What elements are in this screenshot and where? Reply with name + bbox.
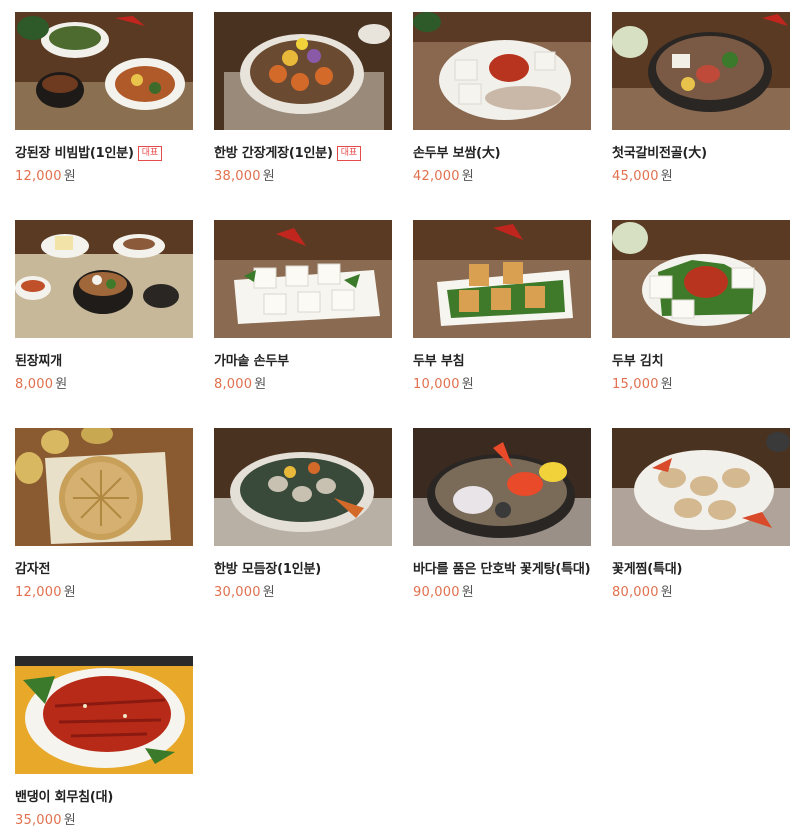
hotpot-photo[interactable] [612,12,790,130]
product-price: 12,000 [15,169,62,184]
product-name[interactable]: 가마솥 손두부 [214,354,289,369]
doenjang-stew-photo[interactable] [15,220,193,338]
product-name[interactable]: 감자전 [15,562,50,577]
price-unit: 원 [262,585,275,600]
product-price: 38,000 [214,169,261,184]
product-name[interactable]: 첫국갈비전골(大) [612,146,707,161]
product-card[interactable]: 손두부 보쌈(大) 42,000 원 [413,12,591,186]
product-price: 80,000 [612,585,659,600]
product-price: 15,000 [612,377,659,392]
fried-tofu-photo[interactable] [413,220,591,338]
price-unit: 원 [660,169,673,184]
potato-pancake-photo[interactable] [15,428,193,546]
product-name[interactable]: 강된장 비빔밥(1인분) [15,146,134,161]
price-unit: 원 [660,585,673,600]
bossam-photo[interactable] [413,12,591,130]
product-name[interactable]: 밴댕이 회무침(대) [15,790,113,805]
product-price: 10,000 [413,377,460,392]
raw-fish-salad-photo[interactable] [15,656,193,774]
product-card[interactable]: 강된장 비빔밥(1인분) 대표 12,000 원 [15,12,193,186]
product-card[interactable]: 한방 간장게장(1인분) 대표 38,000 원 [214,12,392,186]
price-unit: 원 [660,377,673,392]
product-card[interactable]: 한방 모듬장(1인분) 30,000 원 [214,428,392,602]
representative-badge: 대표 [137,146,162,161]
product-card[interactable]: 바다를 품은 단호박 꽃게탕(특대) 90,000 원 [413,428,591,602]
product-name[interactable]: 손두부 보쌈(大) [413,146,501,161]
price-unit: 원 [461,585,474,600]
product-card[interactable]: 감자전 12,000 원 [15,428,193,602]
price-unit: 원 [254,377,267,392]
price-unit: 원 [63,585,76,600]
steamed-crab-photo[interactable] [612,428,790,546]
representative-badge: 대표 [336,146,361,161]
product-card[interactable]: 꽃게찜(특대) 80,000 원 [612,428,790,602]
product-card[interactable]: 된장찌개 8,000 원 [15,220,193,394]
tofu-photo[interactable] [214,220,392,338]
crab-stew-photo[interactable] [413,428,591,546]
product-name[interactable]: 바다를 품은 단호박 꽃게탕(특대) [413,562,591,577]
product-price: 8,000 [15,377,54,392]
product-card[interactable]: 두부 김치 15,000 원 [612,220,790,394]
product-name[interactable]: 한방 간장게장(1인분) [214,146,333,161]
tofu-kimchi-photo[interactable] [612,220,790,338]
product-price: 42,000 [413,169,460,184]
price-unit: 원 [461,377,474,392]
product-name[interactable]: 된장찌개 [15,354,62,369]
product-card[interactable]: 가마솥 손두부 8,000 원 [214,220,392,394]
product-price: 30,000 [214,585,261,600]
product-price: 35,000 [15,813,62,828]
price-unit: 원 [262,169,275,184]
crab-platter-photo[interactable] [214,12,392,130]
product-card[interactable]: 첫국갈비전골(大) 45,000 원 [612,12,790,186]
seafood-platter-photo[interactable] [214,428,392,546]
price-unit: 원 [63,813,76,828]
product-name[interactable]: 한방 모듬장(1인분) [214,562,321,577]
product-card[interactable]: 두부 부침 10,000 원 [413,220,591,394]
product-price: 45,000 [612,169,659,184]
price-unit: 원 [55,377,68,392]
price-unit: 원 [63,169,76,184]
product-card[interactable]: 밴댕이 회무침(대) 35,000 원 [15,656,193,830]
product-name[interactable]: 꽃게찜(특대) [612,562,682,577]
product-price: 8,000 [214,377,253,392]
product-price: 90,000 [413,585,460,600]
price-unit: 원 [461,169,474,184]
product-price: 12,000 [15,585,62,600]
bibimbap-photo[interactable] [15,12,193,130]
product-name[interactable]: 두부 부침 [413,354,465,369]
product-name[interactable]: 두부 김치 [612,354,664,369]
